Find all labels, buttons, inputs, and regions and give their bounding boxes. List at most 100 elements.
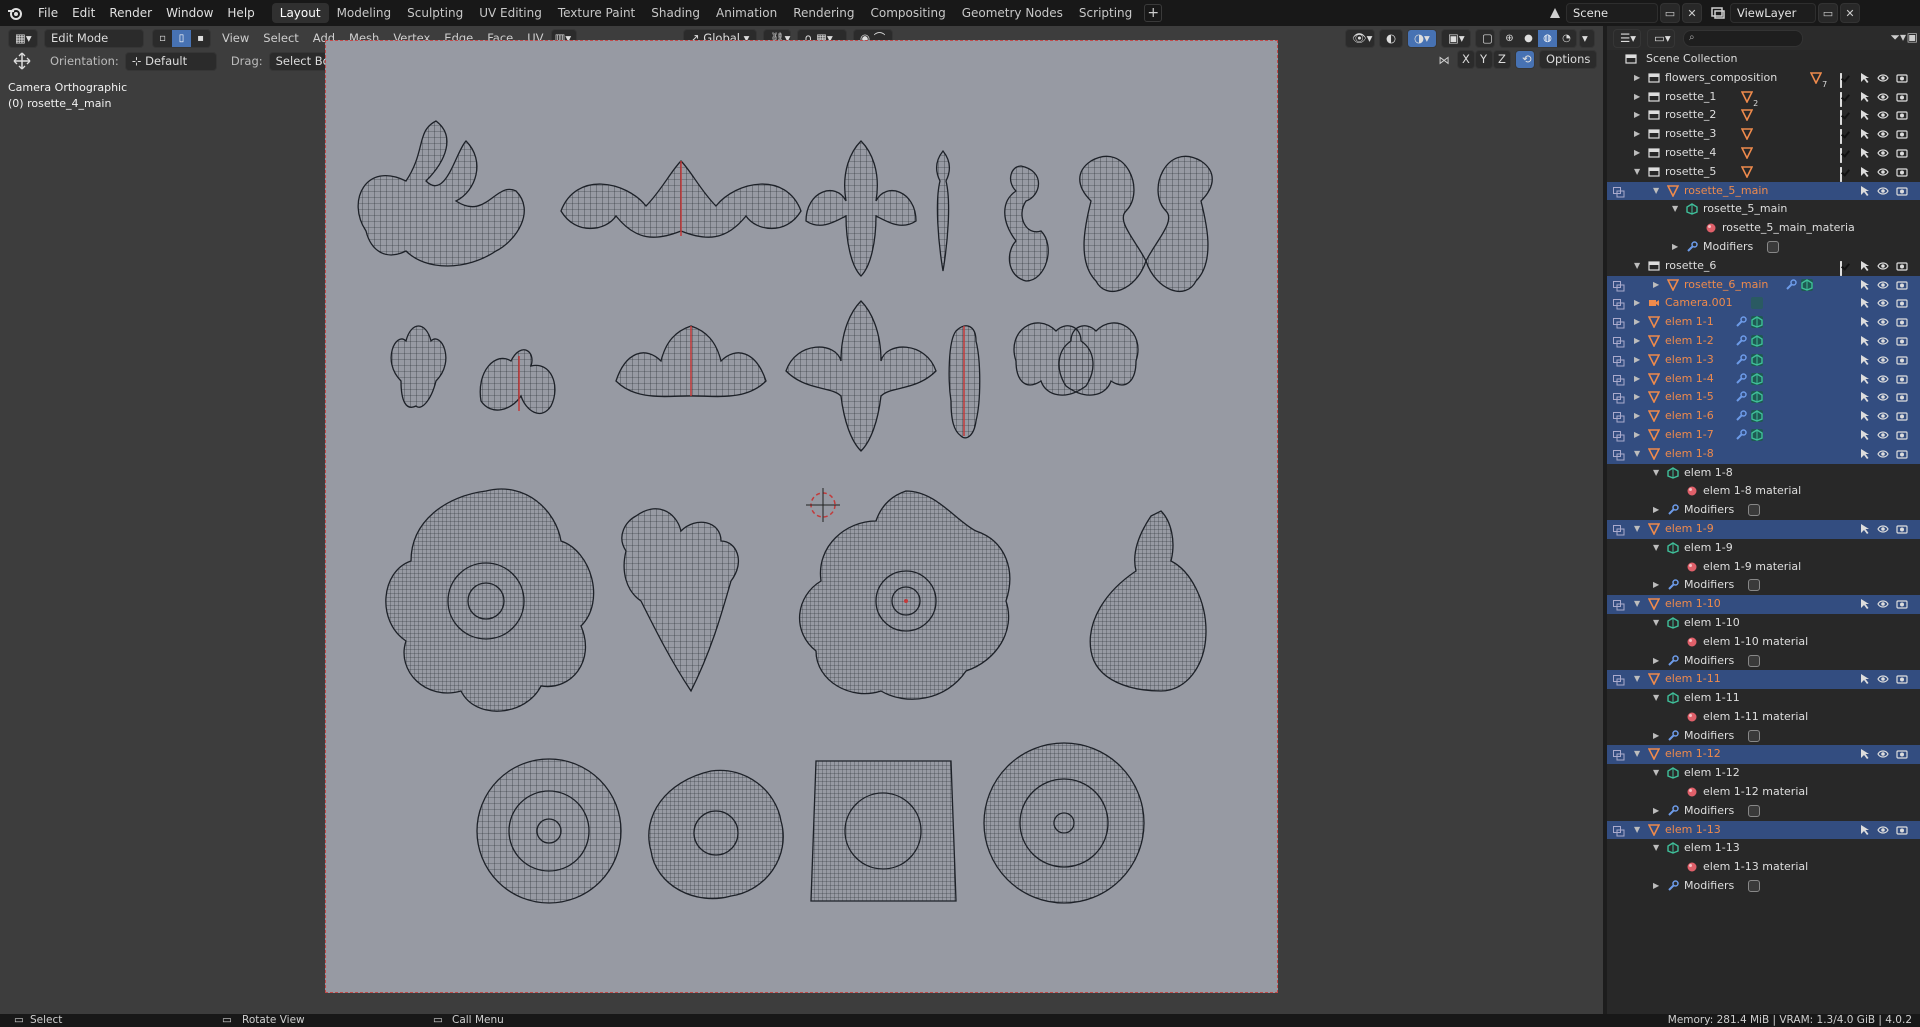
exclude-checkbox[interactable] (1840, 128, 1852, 145)
select-children-icon[interactable] (1613, 355, 1625, 367)
tree-row[interactable]: ▶ elem 1-6 (1607, 407, 1920, 426)
tree-row[interactable]: ▶ rosette_6_main (1607, 275, 1920, 295)
rosette-flame-center[interactable] (799, 490, 1011, 700)
ornament-scroll-1[interactable] (357, 120, 525, 267)
shading-mode-toggle[interactable]: ⊕ ● ◍ ◔ (1499, 28, 1577, 48)
select-children-icon[interactable] (1613, 674, 1625, 686)
selectable-toggle-icon[interactable] (1859, 147, 1871, 159)
camera-render-icon[interactable] (1896, 91, 1908, 103)
outliner-editor-type-icon[interactable]: ☰▾ (1613, 28, 1641, 48)
expand-arrow-icon[interactable]: ▶ (1653, 576, 1659, 595)
tab-geometry-nodes[interactable]: Geometry Nodes (954, 3, 1071, 23)
exclude-checkbox[interactable] (1840, 166, 1852, 182)
tree-row[interactable]: ▶ elem 1-2 (1607, 331, 1920, 351)
eye-icon[interactable] (1877, 279, 1889, 291)
selectable-toggle-icon[interactable] (1859, 410, 1871, 422)
expand-arrow-icon[interactable]: ▼ (1634, 445, 1640, 464)
expand-arrow-icon[interactable]: ▶ (1634, 125, 1640, 144)
selectable-toggle-icon[interactable] (1859, 429, 1871, 441)
expand-arrow-icon[interactable]: ▶ (1653, 802, 1659, 821)
tree-row[interactable]: ▼ elem 1-12 (1607, 764, 1920, 783)
select-children-icon[interactable] (1613, 825, 1625, 837)
eye-icon[interactable] (1877, 335, 1889, 347)
tree-row[interactable]: ▶ flowers_composition 7 (1607, 69, 1920, 89)
new-scene-icon[interactable]: ▭ (1660, 3, 1680, 23)
tree-row[interactable]: ▶ elem 1-3 (1607, 350, 1920, 370)
expand-arrow-icon[interactable]: ▼ (1634, 821, 1640, 840)
camera-render-icon[interactable] (1896, 824, 1908, 836)
tree-row-scene-collection[interactable]: Scene Collection (1607, 50, 1920, 69)
camera-render-icon[interactable] (1896, 297, 1908, 309)
expand-arrow-icon[interactable]: ▶ (1653, 501, 1659, 520)
eye-icon[interactable] (1877, 598, 1889, 610)
select-children-icon[interactable] (1613, 298, 1625, 310)
selectable-toggle-icon[interactable] (1859, 373, 1871, 385)
expand-arrow-icon[interactable]: ▼ (1634, 163, 1640, 182)
scene-name-field[interactable]: Scene (1566, 3, 1658, 23)
add-workspace-button[interactable]: + (1144, 4, 1163, 22)
expand-arrow-icon[interactable]: ▼ (1634, 520, 1640, 539)
select-children-icon[interactable] (1613, 411, 1625, 423)
eye-icon[interactable] (1877, 109, 1889, 121)
select-children-icon[interactable] (1613, 280, 1625, 292)
edge-select-icon[interactable]: ▯ (172, 29, 191, 47)
eye-icon[interactable] (1877, 410, 1889, 422)
tree-row[interactable]: ▶ Modifiers (1607, 576, 1920, 595)
move-tool-icon[interactable] (12, 52, 32, 70)
expand-arrow-icon[interactable]: ▶ (1634, 370, 1640, 389)
eye-icon[interactable] (1877, 429, 1889, 441)
menu-render[interactable]: Render (102, 0, 159, 26)
camera-render-icon[interactable] (1896, 410, 1908, 422)
selectable-toggle-icon[interactable] (1859, 109, 1871, 121)
camera-render-icon[interactable] (1896, 147, 1908, 159)
exclude-checkbox[interactable] (1840, 109, 1852, 126)
new-collection-icon[interactable]: ▣ (1907, 30, 1918, 44)
expand-arrow-icon[interactable]: ▼ (1653, 182, 1659, 201)
tree-row[interactable]: ▶ elem 1-1 (1607, 313, 1920, 332)
expand-arrow-icon[interactable]: ▶ (1672, 238, 1678, 257)
camera-view-frame[interactable] (325, 40, 1278, 993)
camera-render-icon[interactable] (1896, 335, 1908, 347)
tab-shading[interactable]: Shading (643, 3, 708, 23)
face-select-icon[interactable]: ▪ (191, 29, 210, 47)
rosette-large-left[interactable] (385, 488, 595, 712)
toggle-xray-icon[interactable]: ▢ (1475, 28, 1495, 48)
display-mode-icon[interactable]: ▭▾ (1647, 28, 1675, 48)
tree-row[interactable]: ▶ rosette_2 (1607, 106, 1920, 126)
camera-render-icon[interactable] (1896, 166, 1908, 178)
expand-arrow-icon[interactable]: ▶ (1653, 276, 1659, 295)
tree-row[interactable]: ▶ elem 1-4 (1607, 369, 1920, 389)
tree-row[interactable]: elem 1-8 material (1607, 482, 1920, 501)
camera-render-icon[interactable] (1896, 316, 1908, 328)
select-children-icon[interactable] (1613, 336, 1625, 348)
mirror-x-toggle[interactable]: X (1457, 50, 1475, 69)
expand-arrow-icon[interactable]: ▼ (1653, 689, 1659, 708)
select-children-icon[interactable] (1613, 392, 1625, 404)
rosette-square[interactable] (810, 760, 957, 902)
mirror-icon[interactable]: ⋈ (1432, 53, 1458, 67)
camera-render-icon[interactable] (1896, 598, 1908, 610)
selectable-toggle-icon[interactable] (1859, 260, 1871, 272)
expand-arrow-icon[interactable]: ▶ (1634, 144, 1640, 163)
eye-icon[interactable] (1877, 523, 1889, 535)
tree-row[interactable]: ▼ rosette_5_main (1607, 200, 1920, 219)
select-children-icon[interactable] (1613, 430, 1625, 442)
selectable-toggle-icon[interactable] (1859, 279, 1871, 291)
tree-row[interactable]: ▼ elem 1-8 (1607, 444, 1920, 464)
tree-row[interactable]: ▼ elem 1-13 (1607, 839, 1920, 858)
tree-row[interactable]: ▼ elem 1-10 (1607, 614, 1920, 633)
filter-icon[interactable]: ⏷▾ (1890, 30, 1906, 45)
camera-render-icon[interactable] (1896, 109, 1908, 121)
tree-row[interactable]: ▼ elem 1-9 (1607, 539, 1920, 558)
selectable-toggle-icon[interactable] (1859, 128, 1871, 140)
shading-options-icon[interactable]: ▾ (1579, 28, 1595, 48)
wireframe-shading-icon[interactable]: ⊕ (1500, 29, 1519, 47)
tree-row[interactable]: rosette_5_main_materia (1607, 219, 1920, 238)
tree-row[interactable]: elem 1-9 material (1607, 558, 1920, 577)
eye-icon[interactable] (1877, 91, 1889, 103)
tab-uv-editing[interactable]: UV Editing (471, 3, 550, 23)
rendered-shading-icon[interactable]: ◔ (1557, 29, 1576, 47)
wireframe-ornaments-canvas[interactable] (326, 41, 1277, 992)
solid-shading-icon[interactable]: ● (1519, 29, 1538, 47)
expand-arrow-icon[interactable]: ▶ (1634, 332, 1640, 351)
